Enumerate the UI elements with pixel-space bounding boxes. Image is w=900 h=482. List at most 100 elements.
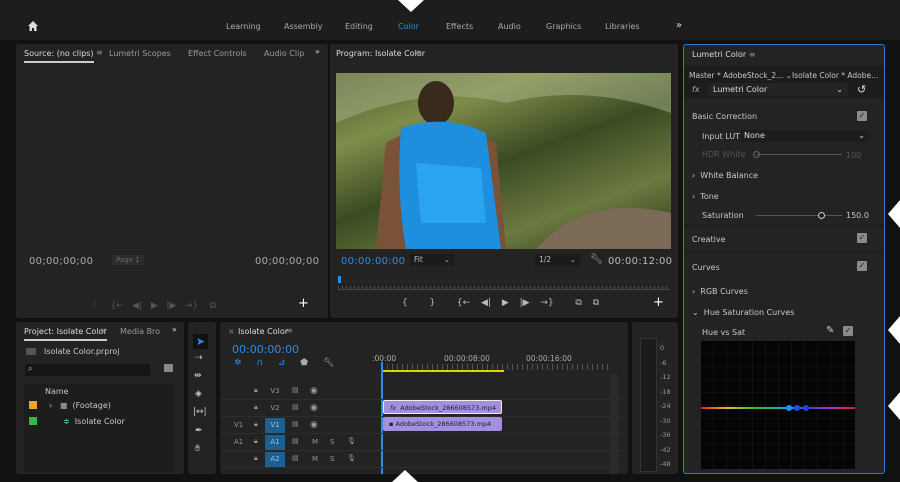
more-tabs-button-project[interactable]: » — [172, 325, 177, 334]
section-tone[interactable]: › Tone — [692, 192, 719, 201]
track-a1: A1 🔒︎ A1 ▤ M S 🎙︎ — [222, 434, 622, 451]
section-creative[interactable]: Creative — [692, 235, 726, 244]
track-target[interactable]: V1 — [265, 418, 285, 433]
meter-tick: -24 — [660, 402, 671, 410]
sync-lock-icon[interactable]: ▤ — [292, 437, 299, 445]
hue-vs-sat-checkbox[interactable]: ✓ — [843, 326, 853, 336]
eye-icon[interactable]: ◉ — [310, 420, 318, 430]
tab-audio-clip[interactable]: Audio Clip — [264, 49, 304, 58]
track-select-tool-icon[interactable]: ⇢ — [195, 353, 203, 363]
sync-lock-icon[interactable]: ▤ — [292, 454, 299, 462]
mute-button[interactable]: M — [312, 438, 318, 446]
sync-lock-icon[interactable]: ▤ — [292, 386, 299, 394]
timeline-timecode[interactable]: 00:00:00:00 — [232, 343, 299, 356]
section-white-balance[interactable]: › White Balance — [692, 171, 758, 180]
sync-lock-icon[interactable]: ▤ — [292, 403, 299, 411]
list-item-footage[interactable]: › ■ (Footage) — [49, 401, 111, 410]
track-target[interactable]: V2 — [265, 401, 285, 416]
zoom-select[interactable]: Fit ⌄ — [410, 254, 454, 266]
tab-media-browser[interactable]: Media Bro — [120, 327, 160, 336]
master-clip-select[interactable]: Master * AdobeStock_2... ⌄ — [689, 71, 792, 80]
playhead[interactable] — [338, 276, 341, 283]
workspace-effects[interactable]: Effects — [446, 22, 473, 31]
tab-lumetri-scopes[interactable]: Lumetri Scopes — [109, 49, 171, 58]
microphone-icon[interactable]: 🎙︎ — [347, 437, 356, 445]
ripple-edit-tool-icon[interactable]: ⇹ — [194, 371, 202, 381]
timeline-toolbar[interactable]: ✲ ∩ ⊿ ⬟ 🔧︎ — [234, 358, 334, 368]
lock-icon[interactable]: 🔒︎ — [254, 403, 258, 412]
hdr-white-slider[interactable] — [753, 151, 842, 158]
source-patch[interactable]: V1 — [234, 421, 243, 429]
section-rgb-curves[interactable]: › RGB Curves — [692, 287, 748, 296]
hue-vs-sat-label: Hue vs Sat — [702, 328, 746, 337]
sequence-clip-select[interactable]: Isolate Color * Adobe... — [792, 71, 878, 80]
program-duration: 00:00:12:00 — [608, 256, 673, 267]
workspace-audio[interactable]: Audio — [498, 22, 521, 31]
section-basic-correction[interactable]: Basic Correction — [692, 112, 757, 121]
more-tabs-button[interactable]: » — [315, 47, 320, 56]
wrench-icon[interactable]: 🔧︎ — [590, 254, 603, 265]
workspace-color[interactable]: Color — [398, 22, 419, 31]
section-hue-saturation-curves[interactable]: ⌄ Hue Saturation Curves — [692, 308, 794, 317]
column-name-header[interactable]: Name — [45, 387, 69, 396]
project-search-input[interactable]: ⌕ — [25, 364, 150, 376]
creative-checkbox[interactable]: ✓ — [857, 233, 867, 243]
workspace-graphics[interactable]: Graphics — [546, 22, 581, 31]
razor-tool-icon[interactable]: ◈ — [195, 389, 202, 399]
transport-controls[interactable]: { } {← ◀| ▶ |▶ →} ⧉ ⧉ — [402, 298, 599, 308]
lock-icon[interactable]: 🔒︎ — [254, 420, 258, 429]
eyedropper-icon[interactable]: ✎ — [826, 325, 834, 336]
workspace-learning[interactable]: Learning — [226, 22, 261, 31]
source-patch[interactable]: A1 — [234, 438, 243, 446]
tab-project[interactable]: Project: Isolate Color — [24, 327, 107, 341]
solo-button[interactable]: S — [330, 455, 334, 463]
tab-effect-controls[interactable]: Effect Controls — [188, 49, 247, 58]
more-workspaces-button[interactable]: » — [676, 20, 682, 31]
track-target[interactable]: V3 — [265, 384, 285, 399]
tab-source[interactable]: Source: (no clips) — [24, 49, 94, 63]
solo-button[interactable]: S — [330, 438, 334, 446]
source-timecode[interactable]: 00;00;00;00 — [29, 256, 93, 267]
basic-correction-checkbox[interactable]: ✓ — [857, 111, 867, 121]
saturation-slider[interactable] — [756, 212, 842, 219]
new-bin-icon[interactable] — [164, 364, 173, 372]
microphone-icon[interactable]: 🎙︎ — [347, 454, 356, 462]
lock-icon[interactable]: 🔒︎ — [254, 454, 258, 463]
workspace-assembly[interactable]: Assembly — [284, 22, 323, 31]
label-color-footage[interactable] — [29, 401, 37, 409]
saturation-handle[interactable] — [817, 212, 825, 219]
input-lut-select[interactable]: None ⌄ — [741, 130, 868, 142]
effect-select[interactable]: Lumetri Color ⌄ — [708, 83, 848, 96]
lock-icon[interactable]: 🔒︎ — [254, 386, 258, 395]
workspace-libraries[interactable]: Libraries — [605, 22, 640, 31]
clip-v2[interactable]: fx AdobeStock_286608573.mp4 — [383, 400, 502, 414]
hue-vs-sat-curve[interactable] — [701, 341, 855, 469]
timeline-tab[interactable]: Isolate Color — [238, 327, 288, 336]
sync-lock-icon[interactable]: ▤ — [292, 420, 299, 428]
label-color-isolate-color[interactable] — [29, 417, 37, 425]
mute-button[interactable]: M — [312, 455, 318, 463]
workspace-editing[interactable]: Editing — [345, 22, 373, 31]
pen-tool-icon[interactable]: ✒ — [195, 426, 203, 436]
program-scrubber[interactable] — [338, 276, 670, 290]
hand-tool-icon[interactable]: ✋︎ — [195, 444, 200, 454]
track-target[interactable]: A2 — [265, 452, 285, 467]
section-curves[interactable]: Curves — [692, 263, 720, 272]
eye-icon[interactable]: ◉ — [310, 403, 318, 413]
eye-icon[interactable]: ◉ — [310, 386, 318, 396]
selection-tool-icon[interactable]: ➤ — [193, 334, 208, 349]
add-button[interactable]: + — [298, 296, 309, 311]
list-item-isolate-color[interactable]: ≑ Isolate Color — [63, 417, 125, 426]
track-target[interactable]: A1 — [265, 435, 285, 450]
program-timecode[interactable]: 00:00:00:00 — [341, 256, 405, 267]
add-button-program[interactable]: + — [653, 295, 664, 310]
lock-icon[interactable]: 🔒︎ — [254, 437, 258, 446]
saturation-value[interactable]: 150.0 — [846, 211, 869, 220]
work-area-bar[interactable] — [382, 370, 504, 372]
curves-checkbox[interactable]: ✓ — [857, 261, 867, 271]
home-icon[interactable] — [27, 20, 39, 32]
resolution-select[interactable]: 1/2 ⌄ — [535, 254, 580, 266]
slip-tool-icon[interactable]: |↔| — [193, 407, 207, 417]
clip-v1[interactable]: ▪ AdobeStock_286608573.mp4 — [383, 417, 502, 431]
reset-icon[interactable]: ↺ — [857, 83, 866, 96]
